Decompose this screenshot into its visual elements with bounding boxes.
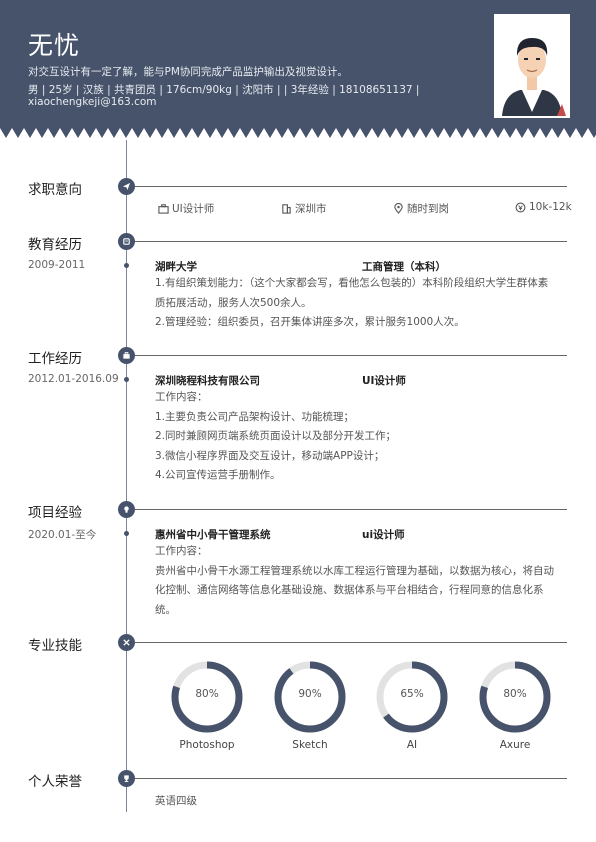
avatar-illustration	[496, 16, 568, 116]
intent-position-text: UI设计师	[172, 203, 215, 215]
graduation-icon	[118, 233, 135, 250]
intent-city-text: 深圳市	[295, 203, 327, 215]
skill-percent: 90%	[298, 688, 322, 700]
timeline-dot	[124, 263, 129, 268]
personal-info: 男 | 25岁 | 汉族 | 共青团员 | 176cm/90kg | 沈阳市 |…	[28, 84, 420, 96]
work-line: 3.微信小程序界面及交互设计，移动端APP设计；	[155, 449, 385, 462]
resume-header: 无忧 对交互设计有一定了解，能与PM协同完成产品监护输出及视觉设计。 男 | 2…	[0, 0, 596, 128]
tools-icon	[118, 634, 135, 651]
send-icon	[118, 178, 135, 195]
section-title: 项目经验	[28, 505, 82, 521]
section-divider	[135, 778, 567, 779]
project-details: 工作内容： 贵州省中小骨干水源工程管理系统以水库工程运行管理为基础，以数据为核心…	[155, 542, 567, 620]
skill-ring-ai: 65%	[374, 659, 450, 735]
skill-name: Photoshop	[179, 739, 235, 751]
work-line: 2.同时兼顾网页端系统页面设计以及部分开发工作；	[155, 430, 397, 442]
project-date: 2020.01-至今	[28, 529, 97, 541]
project-line: 贵州省中小骨干水源工程管理系统以水库工程运行管理为基础，以数据为核心，将自动	[155, 564, 554, 577]
section-title: 个人荣誉	[28, 774, 82, 790]
skill-ring-sketch: 90%	[272, 659, 348, 735]
project-line: 工作内容：	[155, 545, 208, 557]
skill-ring-axure: 80%	[477, 659, 553, 735]
education-date: 2009-2011	[28, 259, 86, 271]
section-title: 求职意向	[28, 182, 82, 198]
money-icon	[515, 202, 526, 212]
section-divider	[135, 186, 567, 187]
skill-name: AI	[406, 739, 418, 751]
section-title: 专业技能	[28, 638, 82, 654]
project-line: 统。	[155, 603, 176, 616]
skill-ring-photoshop: 80%	[169, 659, 245, 735]
skill-name: Axure	[499, 739, 531, 751]
project-name: 惠州省中小骨干管理系统	[155, 529, 271, 541]
header-zigzag-edge	[0, 128, 596, 138]
summary-text: 对交互设计有一定了解，能与PM协同完成产品监护输出及视觉设计。	[28, 66, 348, 78]
project-role: ui设计师	[362, 529, 405, 541]
candidate-name: 无忧	[28, 31, 81, 60]
briefcase-section-icon	[118, 347, 135, 364]
section-divider	[135, 355, 567, 356]
intent-salary-text: 10k-12k	[529, 201, 572, 213]
work-date: 2012.01-2016.09	[28, 373, 119, 385]
section-divider	[135, 642, 567, 643]
briefcase-icon	[158, 204, 169, 214]
project-line: 化控制、通信网络等信息化基础设施、数据体系与平台相结合，行程同意的信息化系	[155, 584, 544, 596]
avatar	[494, 14, 570, 118]
honor-item: 英语四级	[155, 795, 197, 807]
skill-percent: 80%	[195, 688, 219, 700]
intent-availability: 随时到岗	[393, 201, 449, 216]
intent-salary: 10k-12k	[515, 201, 572, 213]
section-divider	[135, 241, 567, 242]
company-name: 深圳晓程科技有限公司	[155, 375, 260, 387]
section-divider	[135, 509, 567, 510]
trophy-icon	[118, 770, 135, 787]
section-title: 工作经历	[28, 351, 82, 367]
intent-availability-text: 随时到岗	[407, 203, 449, 215]
work-line: 工作内容：	[155, 391, 208, 403]
skill-percent: 65%	[400, 688, 424, 700]
project-icon	[118, 501, 135, 518]
timeline-dot	[124, 531, 129, 536]
skill-name: Sketch	[292, 739, 328, 751]
section-title: 教育经历	[28, 237, 82, 253]
work-details: 工作内容： 1.主要负责公司产品架构设计、功能梳理； 2.同时兼顾网页端系统页面…	[155, 388, 567, 486]
location-icon	[394, 203, 403, 214]
work-role: UI设计师	[362, 375, 406, 387]
intent-position: UI设计师	[158, 201, 214, 216]
major-name: 工商管理（本科）	[362, 261, 446, 273]
building-icon	[282, 204, 291, 214]
work-line: 4.公司宣传运营手册制作。	[155, 469, 281, 481]
education-line: 质拓展活动，服务人次500余人。	[155, 296, 312, 309]
education-line: 1.有组织策划能力：（这个大家都会写，看他怎么包装的）本科阶段组织大学生群体素	[155, 277, 549, 289]
skill-percent: 80%	[503, 688, 527, 700]
timeline-dot	[124, 377, 129, 382]
school-name: 湖畔大学	[155, 261, 197, 273]
work-line: 1.主要负责公司产品架构设计、功能梳理；	[155, 410, 355, 423]
education-details: 1.有组织策划能力：（这个大家都会写，看他怎么包装的）本科阶段组织大学生群体素 …	[155, 274, 567, 333]
email-text: xiaochengkeji@163.com	[28, 96, 157, 108]
education-line: 2.管理经验：组织委员，召开集体讲座多次，累计服务1000人次。	[155, 316, 465, 328]
intent-city: 深圳市	[281, 201, 327, 216]
